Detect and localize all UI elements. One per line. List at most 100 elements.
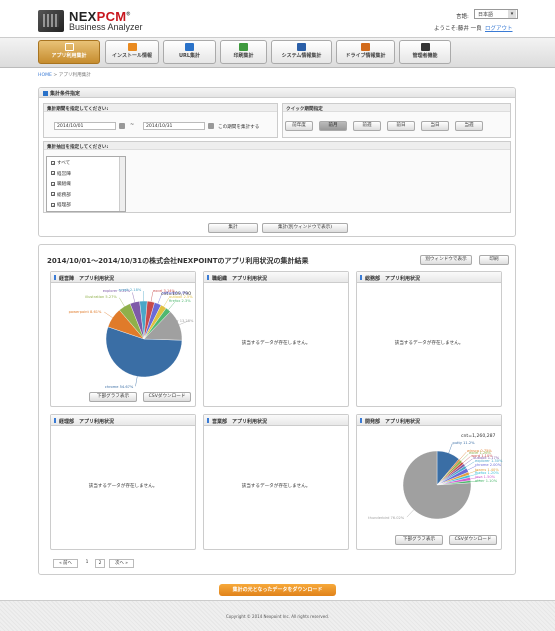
chart-card: 総務部 アプリ利用状況 該当するデータが存在しません。 xyxy=(356,271,502,407)
chart-card: 開発部 アプリ利用状況 cnt=1,260,287 putty 11.2% winsc… xyxy=(356,414,502,550)
nav-tab-label: 管理者機能 xyxy=(412,53,438,59)
pie-label: thunderbird 76.02% xyxy=(368,515,405,520)
quick-label: クイック期間指定 xyxy=(283,104,510,112)
pie-leader-line xyxy=(132,292,135,303)
pager-prev[interactable]: « 前へ xyxy=(53,559,78,568)
chart-card-title: 経営陣 アプリ利用状況 xyxy=(51,272,195,283)
target-label: 集計抽出を指定してください: xyxy=(44,142,510,150)
pie-leader-line xyxy=(150,291,154,302)
nav-tab-6[interactable]: 管理者機能 xyxy=(399,40,451,64)
checkbox-icon[interactable]: ✓ xyxy=(51,160,55,165)
target-item[interactable]: ✓ すべて xyxy=(51,160,70,166)
date-to-input[interactable]: 2014/10/31 xyxy=(143,122,205,130)
period-label: 集計期間を指定してください: xyxy=(44,104,277,112)
app-usage-icon xyxy=(64,43,74,51)
pie-leader-line xyxy=(465,461,475,468)
checkbox-icon[interactable]: ✓ xyxy=(51,192,55,197)
welcome-text: ようこそ:藤井 一良 xyxy=(434,26,482,32)
run-new-window-button[interactable]: 集計(別ウィンドウで表示) xyxy=(262,223,348,233)
quick-button[interactable]: 前日 xyxy=(387,121,415,131)
conditions-title: 集計条件指定 xyxy=(39,88,515,98)
nav-tab-3[interactable]: 印刷集計 xyxy=(220,40,267,64)
chart-card: 職組織 アプリ利用状況 該当するデータが存在しません。 xyxy=(203,271,349,407)
empty-message: 該当するデータが存在しません。 xyxy=(241,341,311,346)
pie-leader-line xyxy=(448,443,453,454)
quick-button[interactable]: 前月 xyxy=(319,121,347,131)
empty-message: 該当するデータが存在しません。 xyxy=(394,341,464,346)
target-item[interactable]: ✓ 総務部 xyxy=(51,192,71,198)
checkbox-icon[interactable]: ✓ xyxy=(51,171,55,176)
breadcrumb-home[interactable]: HOME xyxy=(38,73,52,78)
copyright: Copyright © 2014 Nexpoint Inc. All right… xyxy=(225,614,330,619)
chart-card: 経営陣 アプリ利用状況 cnt=109,790 chrome 54.67% power… xyxy=(50,271,196,407)
brand-subtitle: Business Analyzer xyxy=(69,22,143,32)
target-listbox[interactable]: ✓ すべて ✓ 経営陣 ✓ 職組織 ✓ 総務部 ✓ 経理部 xyxy=(46,156,126,212)
nav-tab-1[interactable]: インストール情報 xyxy=(105,40,159,64)
pager-next[interactable]: 次へ » xyxy=(109,559,134,568)
chart-card-title: 営業部 アプリ利用状況 xyxy=(204,415,348,426)
results-title: 2014/10/01～2014/10/31の株式会社NEXPOINTのアプリ利用… xyxy=(47,257,309,265)
run-button[interactable]: 集計 xyxy=(208,223,258,233)
csv-download-button[interactable]: CSVダウンロード xyxy=(143,392,191,402)
chart-card: 営業部 アプリ利用状況該当するデータが存在しません。 xyxy=(203,414,349,550)
sub-graph-button[interactable]: 下部グラフ表示 xyxy=(89,392,137,402)
listbox-scrollbar[interactable] xyxy=(119,157,125,211)
quick-button[interactable]: 前年度 xyxy=(285,121,313,131)
checkbox-icon[interactable]: ✓ xyxy=(51,181,55,186)
pie-label: other 1.10% xyxy=(475,478,498,483)
language-select[interactable]: 日本語 xyxy=(474,9,518,19)
nav-tab-2[interactable]: URL集計 xyxy=(163,40,216,64)
sub-graph-button[interactable]: 下部グラフ表示 xyxy=(395,535,443,545)
pie-label: chrome 2.00% xyxy=(475,463,502,468)
collapse-icon[interactable] xyxy=(43,91,48,96)
nav-tab-label: アプリ利用集計 xyxy=(51,53,87,59)
pie-leader-line xyxy=(461,453,469,462)
quick-button[interactable]: 当日 xyxy=(421,121,449,131)
new-window-button[interactable]: 別ウィンドウで表示 xyxy=(420,255,472,265)
target-label: 総務部 xyxy=(57,192,71,198)
pie-label: other 13.28% xyxy=(169,318,194,323)
nav-tab-0[interactable]: アプリ利用集計 xyxy=(38,40,100,64)
quick-button[interactable]: 当週 xyxy=(455,121,483,131)
pie-label: acroit 2.18% xyxy=(118,288,142,292)
download-data-button[interactable]: 集計の元となったデータをダウンロード xyxy=(219,584,336,596)
target-item[interactable]: ✓ 経理部 xyxy=(51,202,71,208)
print-button[interactable]: 印刷 xyxy=(479,255,509,265)
calendar-icon[interactable] xyxy=(208,123,214,129)
pie-label: powerpoint 8.61% xyxy=(68,309,102,314)
pie-leader-line xyxy=(119,297,125,307)
date-tilde: ~ xyxy=(130,122,135,128)
nav-tab-4[interactable]: システム情報集計 xyxy=(271,40,332,64)
pie-label: chrome 54.67% xyxy=(104,385,134,390)
period-note: この期間を集計する xyxy=(218,124,260,130)
pie-leader-line xyxy=(104,311,113,318)
nav-tab-label: URL集計 xyxy=(178,53,201,59)
print-icon xyxy=(239,43,248,51)
calendar-icon[interactable] xyxy=(119,123,125,129)
target-label: すべて xyxy=(57,161,71,166)
empty-message: 該当するデータが存在しません。 xyxy=(241,484,311,489)
target-label: 経営陣 xyxy=(57,171,71,177)
chart-card-title: 開発部 アプリ利用状況 xyxy=(357,415,501,426)
conditions-title-text: 集計条件指定 xyxy=(50,91,81,97)
chart-card-title: 経理部 アプリ利用状況 xyxy=(51,415,195,426)
nav-tab-label: インストール情報 xyxy=(112,53,152,59)
csv-download-button[interactable]: CSVダウンロード xyxy=(449,535,497,545)
pie-leader-line xyxy=(406,509,414,518)
quick-button[interactable]: 前週 xyxy=(353,121,381,131)
pie-leader-line xyxy=(459,451,467,460)
system-edit-icon xyxy=(297,43,306,51)
logout-link[interactable]: ログアウト xyxy=(485,24,513,32)
pager-page-2[interactable]: 2 xyxy=(95,559,105,568)
pie-label: putty 11.2% xyxy=(452,440,475,445)
target-item[interactable]: ✓ 職組織 xyxy=(51,181,71,187)
checkbox-icon[interactable]: ✓ xyxy=(51,202,55,207)
date-from-input[interactable]: 2014/10/01 xyxy=(54,122,116,130)
url-link-icon xyxy=(185,43,194,51)
pie-label: firefox 2.3% xyxy=(169,299,191,304)
nav-tab-5[interactable]: ドライブ情報集計 xyxy=(336,40,395,64)
target-label: 職組織 xyxy=(57,182,71,187)
target-label: 経理部 xyxy=(57,203,71,208)
brand-reg: ® xyxy=(126,11,131,18)
target-item[interactable]: ✓ 経営陣 xyxy=(51,171,71,177)
